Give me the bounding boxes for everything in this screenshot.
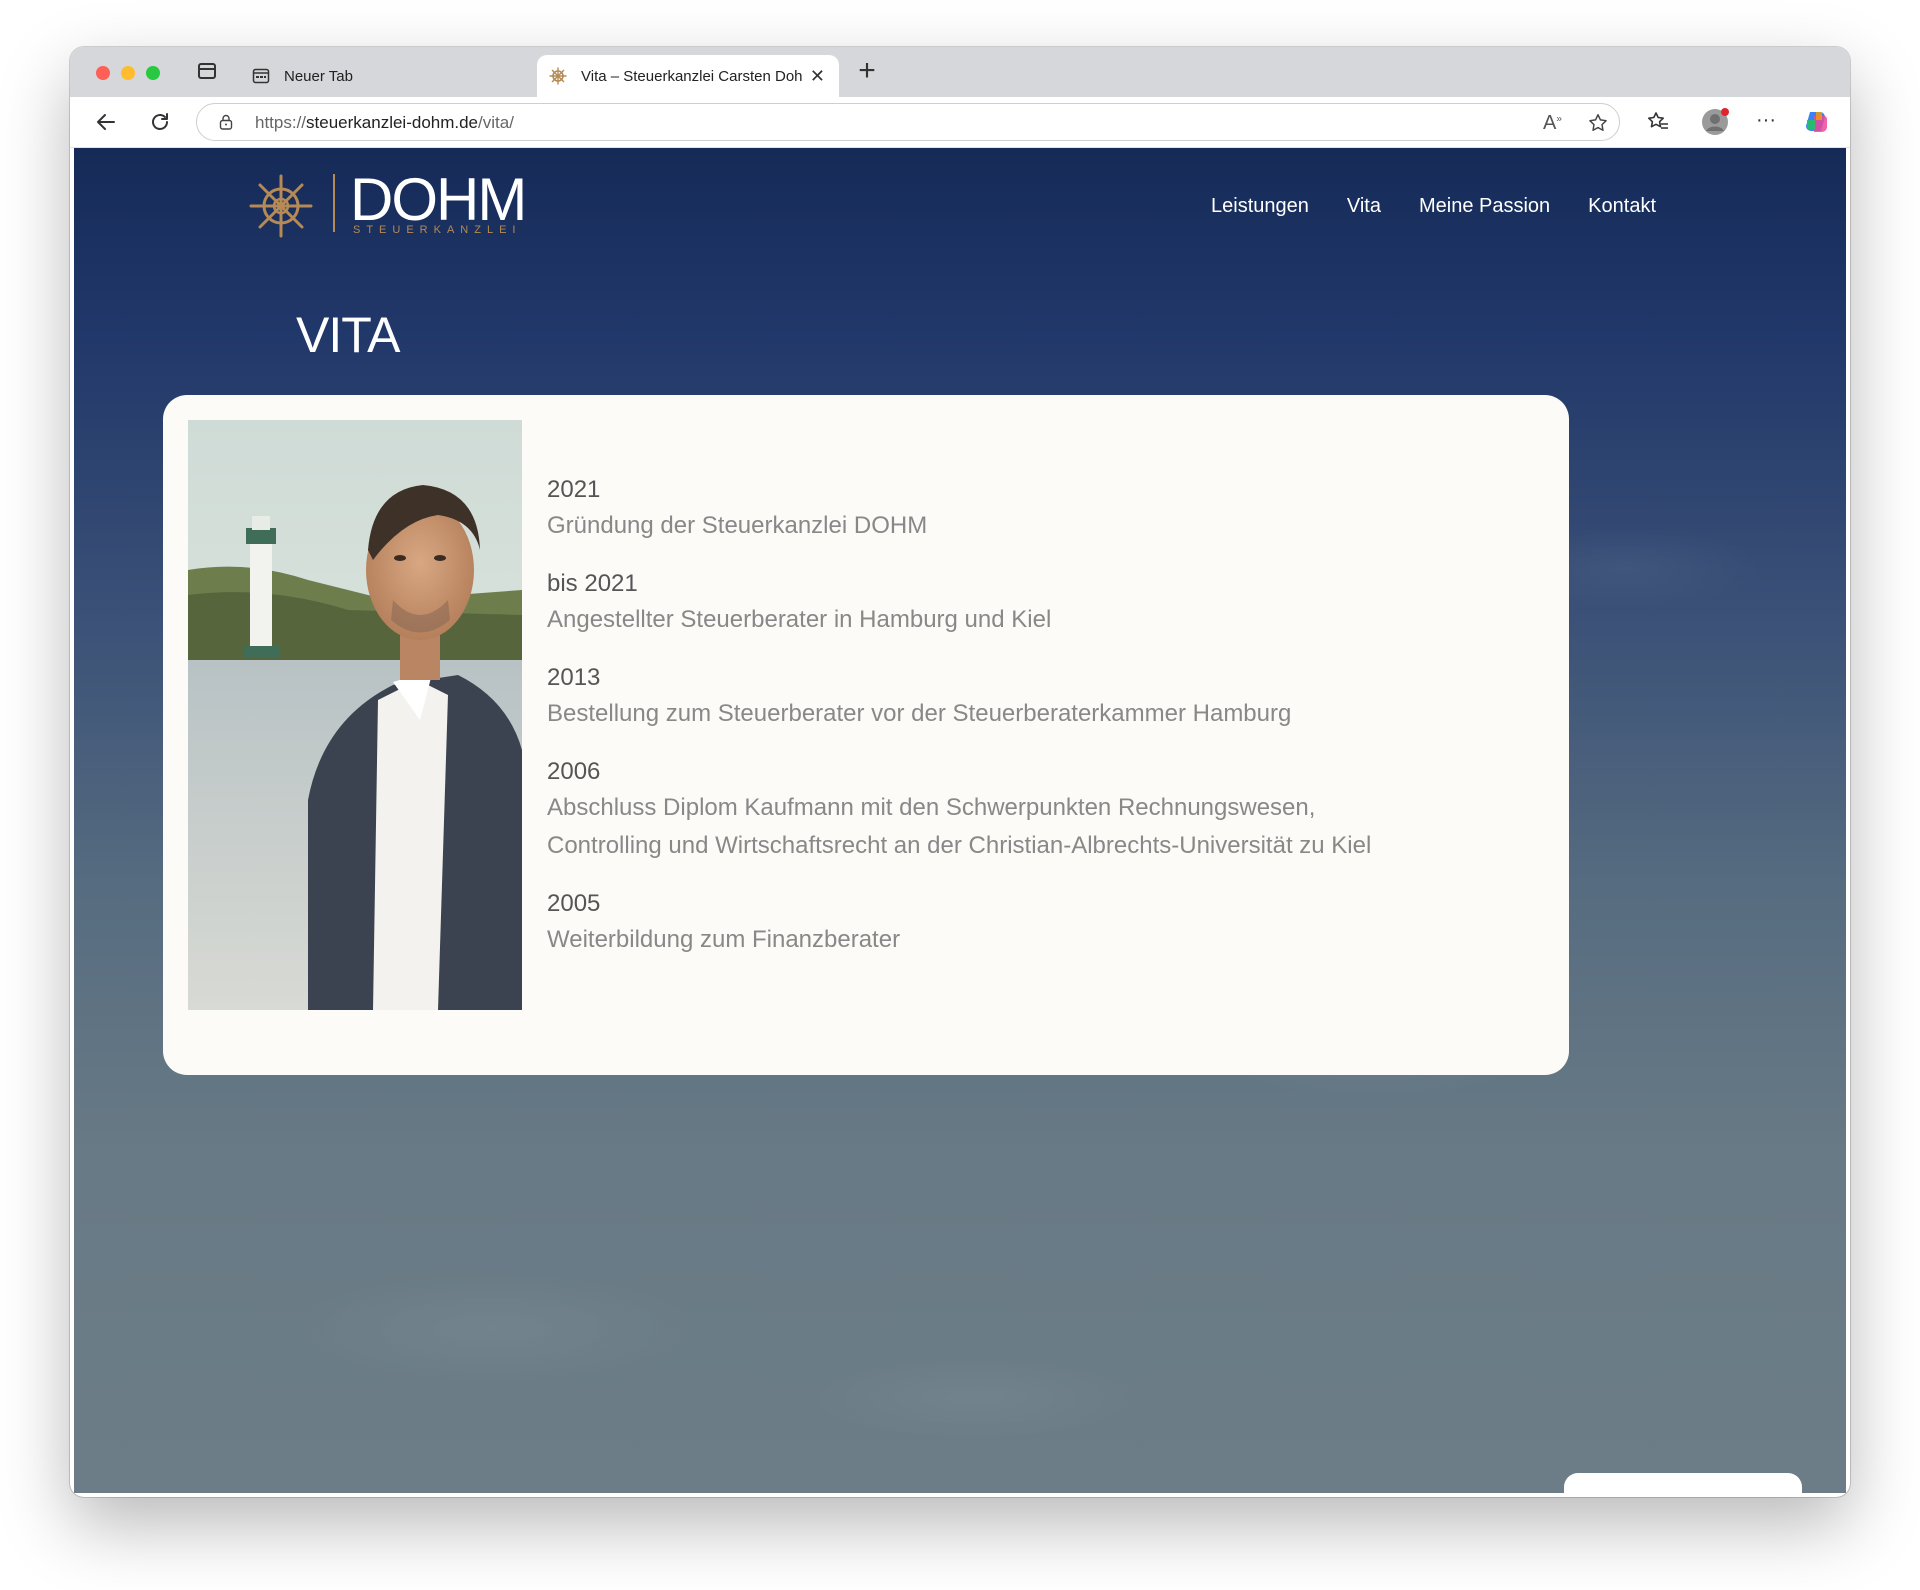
new-tab-favicon-icon bbox=[252, 68, 270, 84]
tab-vita[interactable]: Vita – Steuerkanzlei Carsten Dohm ✕ bbox=[537, 55, 839, 97]
cookie-consent-tab[interactable] bbox=[1564, 1473, 1802, 1493]
portrait-image bbox=[188, 420, 522, 1010]
back-icon[interactable] bbox=[94, 110, 118, 134]
timeline-year: 2005 bbox=[547, 890, 601, 917]
timeline-description: Bestellung zum Steuerberater vor der Ste… bbox=[547, 700, 1292, 727]
main-navigation: Leistungen Vita Meine Passion Kontakt bbox=[1211, 195, 1656, 218]
timeline-year: 2021 bbox=[547, 476, 601, 503]
page-viewport: DOHM STEUERKANZLEI Leistungen Vita Meine… bbox=[74, 148, 1846, 1493]
timeline-description-line: Abschluss Diplom Kaufmann mit den Schwer… bbox=[547, 794, 1316, 821]
address-bar[interactable]: https://steuerkanzlei-dohm.de/vita/ A» bbox=[196, 103, 1620, 141]
nav-item-meine-passion[interactable]: Meine Passion bbox=[1419, 195, 1550, 218]
logo-divider bbox=[333, 174, 335, 232]
nav-item-kontakt[interactable]: Kontakt bbox=[1588, 195, 1656, 218]
tab-title: Vita – Steuerkanzlei Carsten Dohm bbox=[581, 67, 802, 85]
ships-wheel-icon bbox=[249, 174, 313, 238]
tab-actions-icon[interactable] bbox=[198, 63, 216, 79]
reload-icon[interactable] bbox=[148, 110, 172, 134]
logo-wordmark: DOHM bbox=[350, 166, 527, 233]
minimize-window-button[interactable] bbox=[121, 66, 135, 80]
timeline-entry: 2021 Gründung der Steuerkanzlei DOHM bbox=[547, 473, 1447, 545]
timeline-entry: 2005 Weiterbildung zum Finanzberater bbox=[547, 887, 1447, 959]
copilot-icon[interactable] bbox=[1802, 108, 1830, 136]
more-icon[interactable]: ··· bbox=[1754, 108, 1778, 132]
logo-subtitle: STEUERKANZLEI bbox=[353, 224, 522, 236]
timeline-entry: 2013 Bestellung zum Steuerberater vor de… bbox=[547, 661, 1447, 733]
vita-timeline: 2021 Gründung der Steuerkanzlei DOHM bis… bbox=[547, 473, 1447, 981]
new-tab-button[interactable]: + bbox=[852, 56, 882, 87]
site-logo[interactable]: DOHM STEUERKANZLEI bbox=[249, 166, 539, 238]
timeline-description: Weiterbildung zum Finanzberater bbox=[547, 926, 901, 953]
timeline-description-line: Controlling und Wirtschaftsrecht an der … bbox=[547, 832, 1372, 859]
read-aloud-icon[interactable]: A» bbox=[1543, 112, 1562, 135]
timeline-description: Gründung der Steuerkanzlei DOHM bbox=[547, 512, 928, 539]
vita-card: 2021 Gründung der Steuerkanzlei DOHM bis… bbox=[163, 395, 1569, 1075]
ships-wheel-favicon-icon bbox=[549, 67, 567, 85]
profile-icon[interactable] bbox=[1700, 107, 1730, 137]
tab-title: Neuer Tab bbox=[284, 67, 353, 85]
timeline-year: bis 2021 bbox=[547, 570, 638, 597]
timeline-year: 2006 bbox=[547, 758, 601, 785]
page-title: VITA bbox=[296, 307, 400, 363]
favorite-star-icon[interactable] bbox=[1587, 112, 1609, 134]
tab-strip: Neuer Tab ✕ Vita – Steuerkanzlei Carsten… bbox=[70, 47, 1850, 97]
timeline-description: Angestellter Steuerberater in Hamburg un… bbox=[547, 606, 1052, 633]
portrait-photo bbox=[188, 420, 522, 1010]
favorites-icon[interactable] bbox=[1646, 110, 1670, 134]
nav-item-vita[interactable]: Vita bbox=[1347, 195, 1381, 218]
url-text: https://steuerkanzlei-dohm.de/vita/ bbox=[255, 113, 514, 132]
browser-window: Neuer Tab ✕ Vita – Steuerkanzlei Carsten… bbox=[70, 47, 1850, 1497]
nav-item-leistungen[interactable]: Leistungen bbox=[1211, 195, 1309, 218]
close-tab-icon[interactable]: ✕ bbox=[810, 66, 825, 87]
browser-toolbar: https://steuerkanzlei-dohm.de/vita/ A» ·… bbox=[70, 97, 1850, 148]
maximize-window-button[interactable] bbox=[146, 66, 160, 80]
timeline-entry: 2006 Abschluss Diplom Kaufmann mit den S… bbox=[547, 755, 1447, 865]
timeline-year: 2013 bbox=[547, 664, 601, 691]
timeline-entry: bis 2021 Angestellter Steuerberater in H… bbox=[547, 567, 1447, 639]
close-window-button[interactable] bbox=[96, 66, 110, 80]
lock-icon[interactable] bbox=[219, 114, 233, 130]
